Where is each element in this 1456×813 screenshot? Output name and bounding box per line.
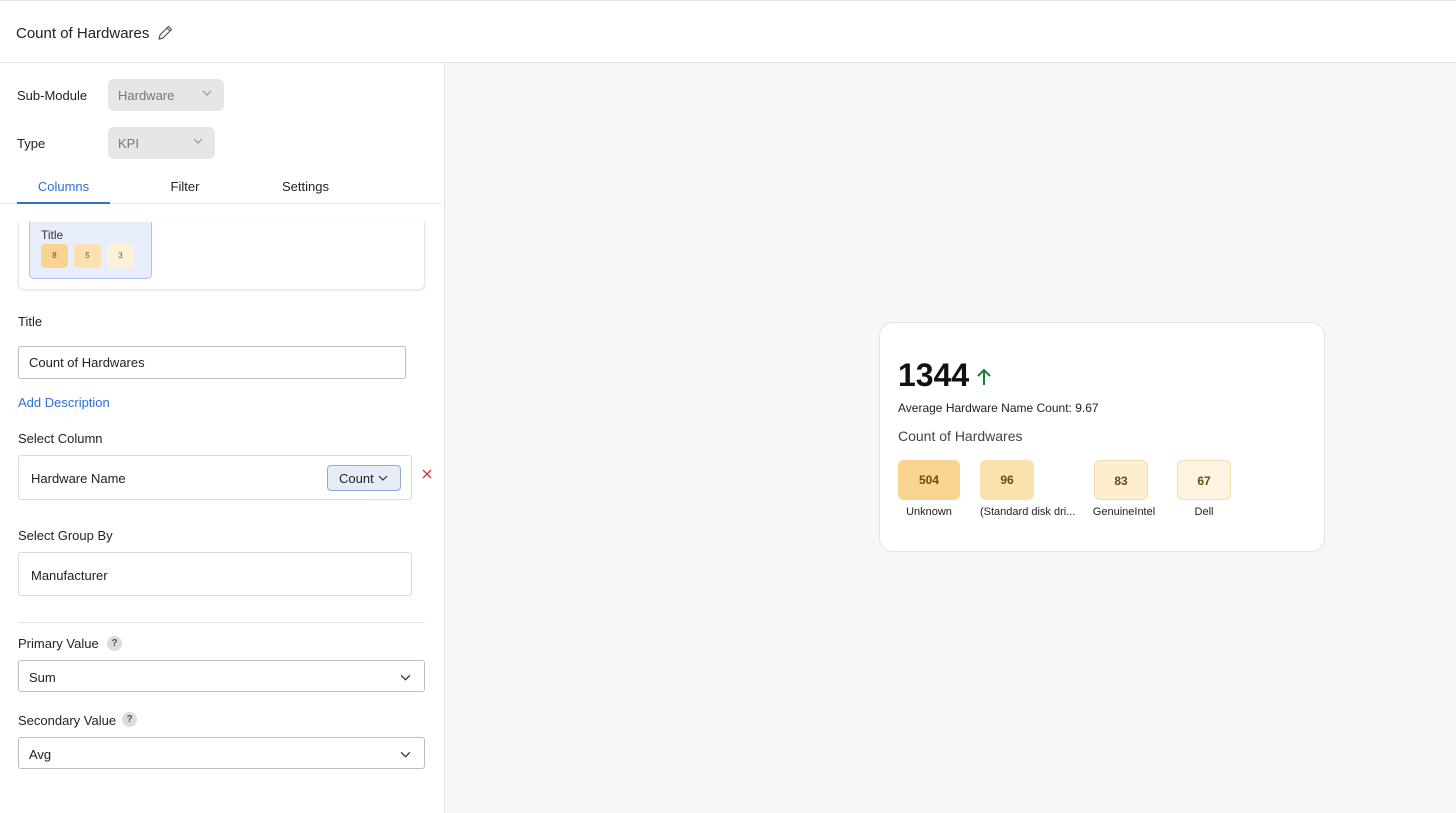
group-chip: 96 — [980, 460, 1034, 500]
title-input-value: Count of Hardwares — [29, 355, 145, 370]
group-by-value: Manufacturer — [31, 568, 108, 583]
kpi-title: Count of Hardwares — [898, 428, 1023, 444]
chevron-down-icon — [193, 138, 203, 144]
kpi-value: 1344 — [898, 357, 970, 393]
chevron-down-icon — [202, 90, 212, 96]
mini-chip: 3 — [107, 244, 134, 268]
aggregate-value: Count — [339, 471, 374, 486]
group-label: Dell — [1194, 506, 1214, 518]
mini-chip: 5 — [74, 244, 101, 268]
arrow-up-icon — [977, 368, 991, 385]
active-tab-indicator — [17, 202, 110, 204]
remove-column-icon[interactable] — [421, 468, 433, 480]
primary-value-label: Primary Value — [18, 636, 99, 651]
chevron-down-icon — [378, 475, 388, 481]
type-label: Type — [17, 136, 46, 151]
primary-value-text: Sum — [29, 670, 56, 685]
config-tabs: Columns Filter Settings — [0, 171, 441, 204]
title-input[interactable]: Count of Hardwares — [18, 346, 406, 379]
mini-chip: 8 — [41, 244, 68, 268]
kpi-secondary-text: Average Hardware Name Count: 9.67 — [898, 401, 1099, 415]
group-label: Unknown — [906, 506, 952, 518]
chevron-down-icon — [400, 674, 411, 681]
secondary-value-select[interactable]: Avg — [18, 737, 425, 769]
group-chip: 504 — [898, 460, 960, 500]
submodule-select: Hardware — [108, 79, 224, 111]
column-row: Hardware Name Count — [18, 455, 412, 500]
pencil-icon[interactable] — [156, 24, 174, 42]
section-divider — [18, 622, 425, 623]
layout-option-card[interactable]: Title 8 5 3 — [29, 222, 152, 279]
group-by-field[interactable]: Manufacturer — [18, 552, 412, 596]
help-icon[interactable]: ? — [122, 712, 137, 727]
tab-filter[interactable]: Filter — [140, 179, 230, 194]
secondary-value-label: Secondary Value — [18, 713, 117, 728]
page-title: Count of Hardwares — [16, 25, 150, 42]
group-label: (Standard disk dri... — [980, 506, 1076, 518]
chevron-down-icon — [400, 751, 411, 758]
aggregate-dropdown[interactable]: Count — [327, 465, 401, 491]
tab-settings[interactable]: Settings — [258, 179, 353, 194]
config-panel: Sub-Module Hardware Type KPI Columns Fil… — [0, 63, 445, 813]
group-label: GenuineIntel — [1092, 506, 1156, 518]
type-select: KPI — [108, 127, 215, 159]
secondary-value-text: Avg — [29, 747, 52, 762]
preview-area: 1344 Average Hardware Name Count: 9.67 C… — [445, 63, 1456, 813]
help-icon[interactable]: ? — [107, 636, 122, 651]
layout-option-title: Title — [41, 228, 64, 242]
layout-preview-box: Title 8 5 3 — [18, 222, 425, 290]
group-by-label: Select Group By — [18, 528, 113, 543]
submodule-label: Sub-Module — [17, 88, 88, 103]
submodule-value: Hardware — [118, 88, 175, 103]
select-column-label: Select Column — [18, 431, 103, 446]
group-chip: 67 — [1177, 460, 1231, 500]
group-chip: 83 — [1094, 460, 1148, 500]
column-name: Hardware Name — [31, 471, 126, 486]
add-description-link[interactable]: Add Description — [18, 395, 110, 410]
title-label: Title — [18, 314, 43, 329]
header-bar: Count of Hardwares — [0, 0, 1456, 63]
kpi-card: 1344 Average Hardware Name Count: 9.67 C… — [879, 322, 1325, 552]
primary-value-select[interactable]: Sum — [18, 660, 425, 692]
tab-columns[interactable]: Columns — [17, 179, 110, 194]
type-value: KPI — [118, 136, 139, 151]
